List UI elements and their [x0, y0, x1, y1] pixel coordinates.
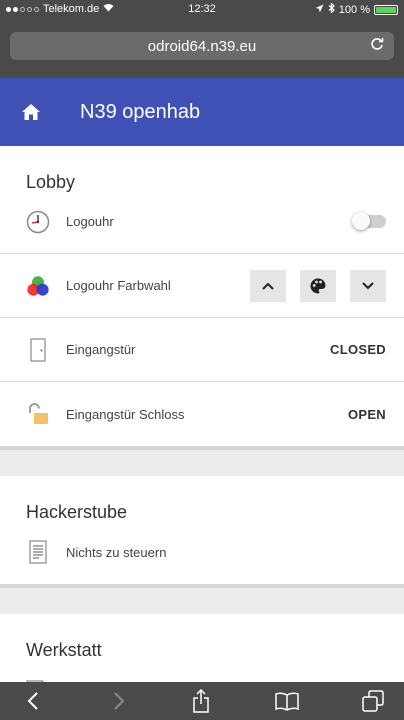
- item-eingangstuer-schloss: Eingangstür Schloss OPEN: [0, 382, 404, 446]
- bluetooth-icon: [328, 2, 335, 16]
- chevron-down-icon: [362, 281, 374, 289]
- color-circles-icon: [26, 274, 50, 298]
- share-button[interactable]: [186, 682, 216, 720]
- tabs-icon: [362, 690, 384, 712]
- color-up-button[interactable]: [250, 269, 286, 302]
- share-icon: [193, 689, 209, 713]
- browser-toolbar: [0, 682, 404, 720]
- lock-state-value: OPEN: [347, 406, 386, 422]
- document-icon: [26, 540, 50, 564]
- battery-icon: [374, 4, 398, 15]
- item-label: Logouhr: [66, 214, 114, 229]
- logouhr-switch[interactable]: [352, 212, 386, 230]
- item-nichts-zu-steuern: Nichts zu steuern: [0, 520, 404, 584]
- browser-url-bar: odroid64.n39.eu: [0, 18, 404, 78]
- app-bar: N39 openhab: [0, 78, 404, 146]
- color-picker-button[interactable]: [300, 269, 336, 302]
- chevron-left-icon: [27, 692, 38, 710]
- section-title: Hackerstube: [26, 502, 128, 522]
- section-title: Werkstatt: [26, 640, 102, 660]
- tabs-button[interactable]: [358, 682, 388, 720]
- chevron-up-icon: [262, 282, 274, 290]
- item-label: Nichts zu steuern: [66, 544, 167, 560]
- address-field[interactable]: odroid64.n39.eu: [10, 32, 394, 60]
- bookmarks-button[interactable]: [270, 682, 304, 720]
- sitemap-content: Lobby Logouhr Logouhr Farbwahl Eingangst…: [0, 146, 404, 682]
- app-title: N39 openhab: [80, 101, 201, 123]
- item-label: Eingangstür: [66, 342, 136, 357]
- clock-icon: [26, 210, 50, 234]
- item-label: Eingangstür Schloss: [66, 406, 185, 422]
- item-label: Logouhr Farbwahl: [66, 278, 171, 293]
- battery-percent: 100 %: [338, 3, 370, 16]
- palette-icon: [310, 278, 326, 293]
- lock-open-icon: [26, 402, 50, 426]
- location-icon: [315, 4, 324, 16]
- home-icon[interactable]: [22, 104, 40, 120]
- status-bar: Telekom.de 12:32 100 %: [0, 0, 404, 18]
- section-werkstatt: Werkstatt: [0, 614, 404, 682]
- door-state-value: CLOSED: [330, 342, 386, 357]
- section-lobby: Lobby Logouhr Logouhr Farbwahl Eingangst…: [0, 146, 404, 450]
- book-icon: [275, 692, 299, 711]
- forward-button[interactable]: [104, 682, 134, 720]
- reload-icon[interactable]: [370, 37, 384, 55]
- item-logouhr: Logouhr: [0, 190, 404, 254]
- item-eingangstuer: Eingangstür CLOSED: [0, 318, 404, 382]
- chevron-right-icon: [114, 692, 125, 710]
- door-icon: [26, 337, 50, 362]
- url-text[interactable]: odroid64.n39.eu: [10, 38, 394, 55]
- section-hackerstube: Hackerstube Nichts zu steuern: [0, 476, 404, 588]
- back-button[interactable]: [18, 682, 48, 720]
- status-right: 100 %: [315, 2, 398, 16]
- section-title: Lobby: [26, 172, 76, 192]
- switch-knob[interactable]: [352, 212, 370, 230]
- color-down-button[interactable]: [350, 269, 386, 302]
- item-logouhr-farbwahl: Logouhr Farbwahl: [0, 254, 404, 318]
